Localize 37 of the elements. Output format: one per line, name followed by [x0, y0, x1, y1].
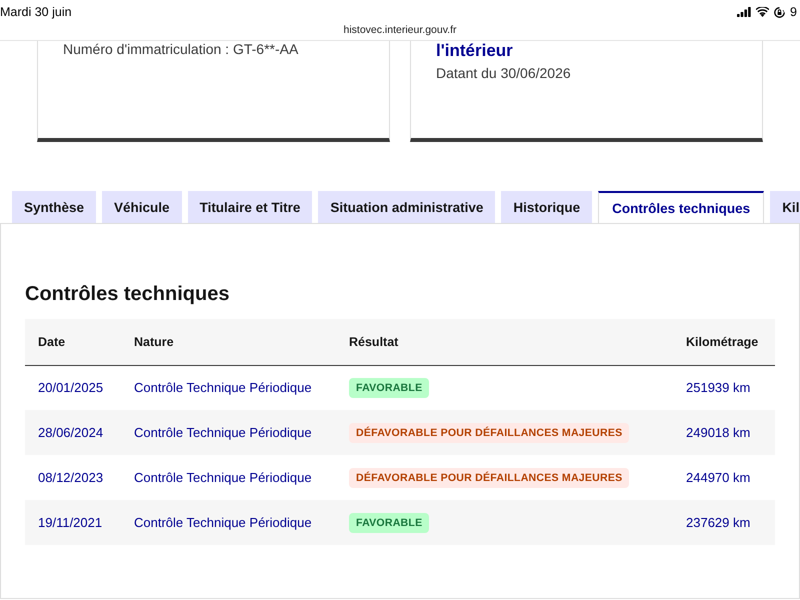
tab[interactable]: Synthèse: [12, 191, 96, 223]
table-cell: 249018 km: [673, 410, 775, 455]
tab[interactable]: Kil: [770, 191, 800, 223]
battery-level-text: 9: [790, 5, 797, 19]
table-cell: 08/12/2023: [25, 455, 121, 500]
signal-icon: [737, 7, 752, 17]
card-text: Datant du 30/06/2026: [436, 65, 571, 81]
result-badge: FAVORABLE: [349, 378, 430, 398]
column-header: Résultat: [336, 319, 673, 365]
status-date: Mardi 30 juin: [0, 5, 72, 19]
tab[interactable]: Contrôles techniques: [598, 191, 764, 223]
section-heading: Contrôles techniques: [25, 282, 230, 306]
table-cell: Contrôle Technique Périodique: [121, 410, 336, 455]
table-cell: Contrôle Technique Périodique: [121, 365, 336, 410]
wifi-icon: [756, 7, 770, 17]
table-cell: 20/01/2025: [25, 365, 121, 410]
tab[interactable]: Situation administrative: [318, 191, 496, 223]
table-cell: 19/11/2021: [25, 500, 121, 545]
result-badge: FAVORABLE: [349, 512, 430, 532]
column-header: Nature: [121, 319, 336, 365]
card-title: l'intérieur: [436, 42, 513, 59]
table-cell: 28/06/2024: [25, 410, 121, 455]
table-cell: Contrôle Technique Périodique: [121, 500, 336, 545]
tab[interactable]: Véhicule: [102, 191, 182, 223]
column-header: Date: [25, 319, 121, 365]
url-text[interactable]: histovec.interieur.gouv.fr: [343, 24, 457, 36]
result-badge: DÉFAVORABLE POUR DÉFAILLANCES MAJEURES: [349, 468, 630, 488]
table-cell: 244970 km: [673, 455, 775, 500]
table-cell: 251939 km: [673, 365, 775, 410]
tab[interactable]: Titulaire et Titre: [188, 191, 312, 223]
table-cell: Contrôle Technique Périodique: [121, 455, 336, 500]
tab[interactable]: Historique: [501, 191, 592, 223]
table-cell: 237629 km: [673, 500, 775, 545]
card-text: Numéro d'immatriculation : GT-6**-AA: [63, 41, 298, 57]
result-badge: DÉFAVORABLE POUR DÉFAILLANCES MAJEURES: [349, 422, 630, 442]
column-header: Kilométrage: [673, 319, 775, 365]
rotation-lock-icon: [774, 6, 786, 18]
